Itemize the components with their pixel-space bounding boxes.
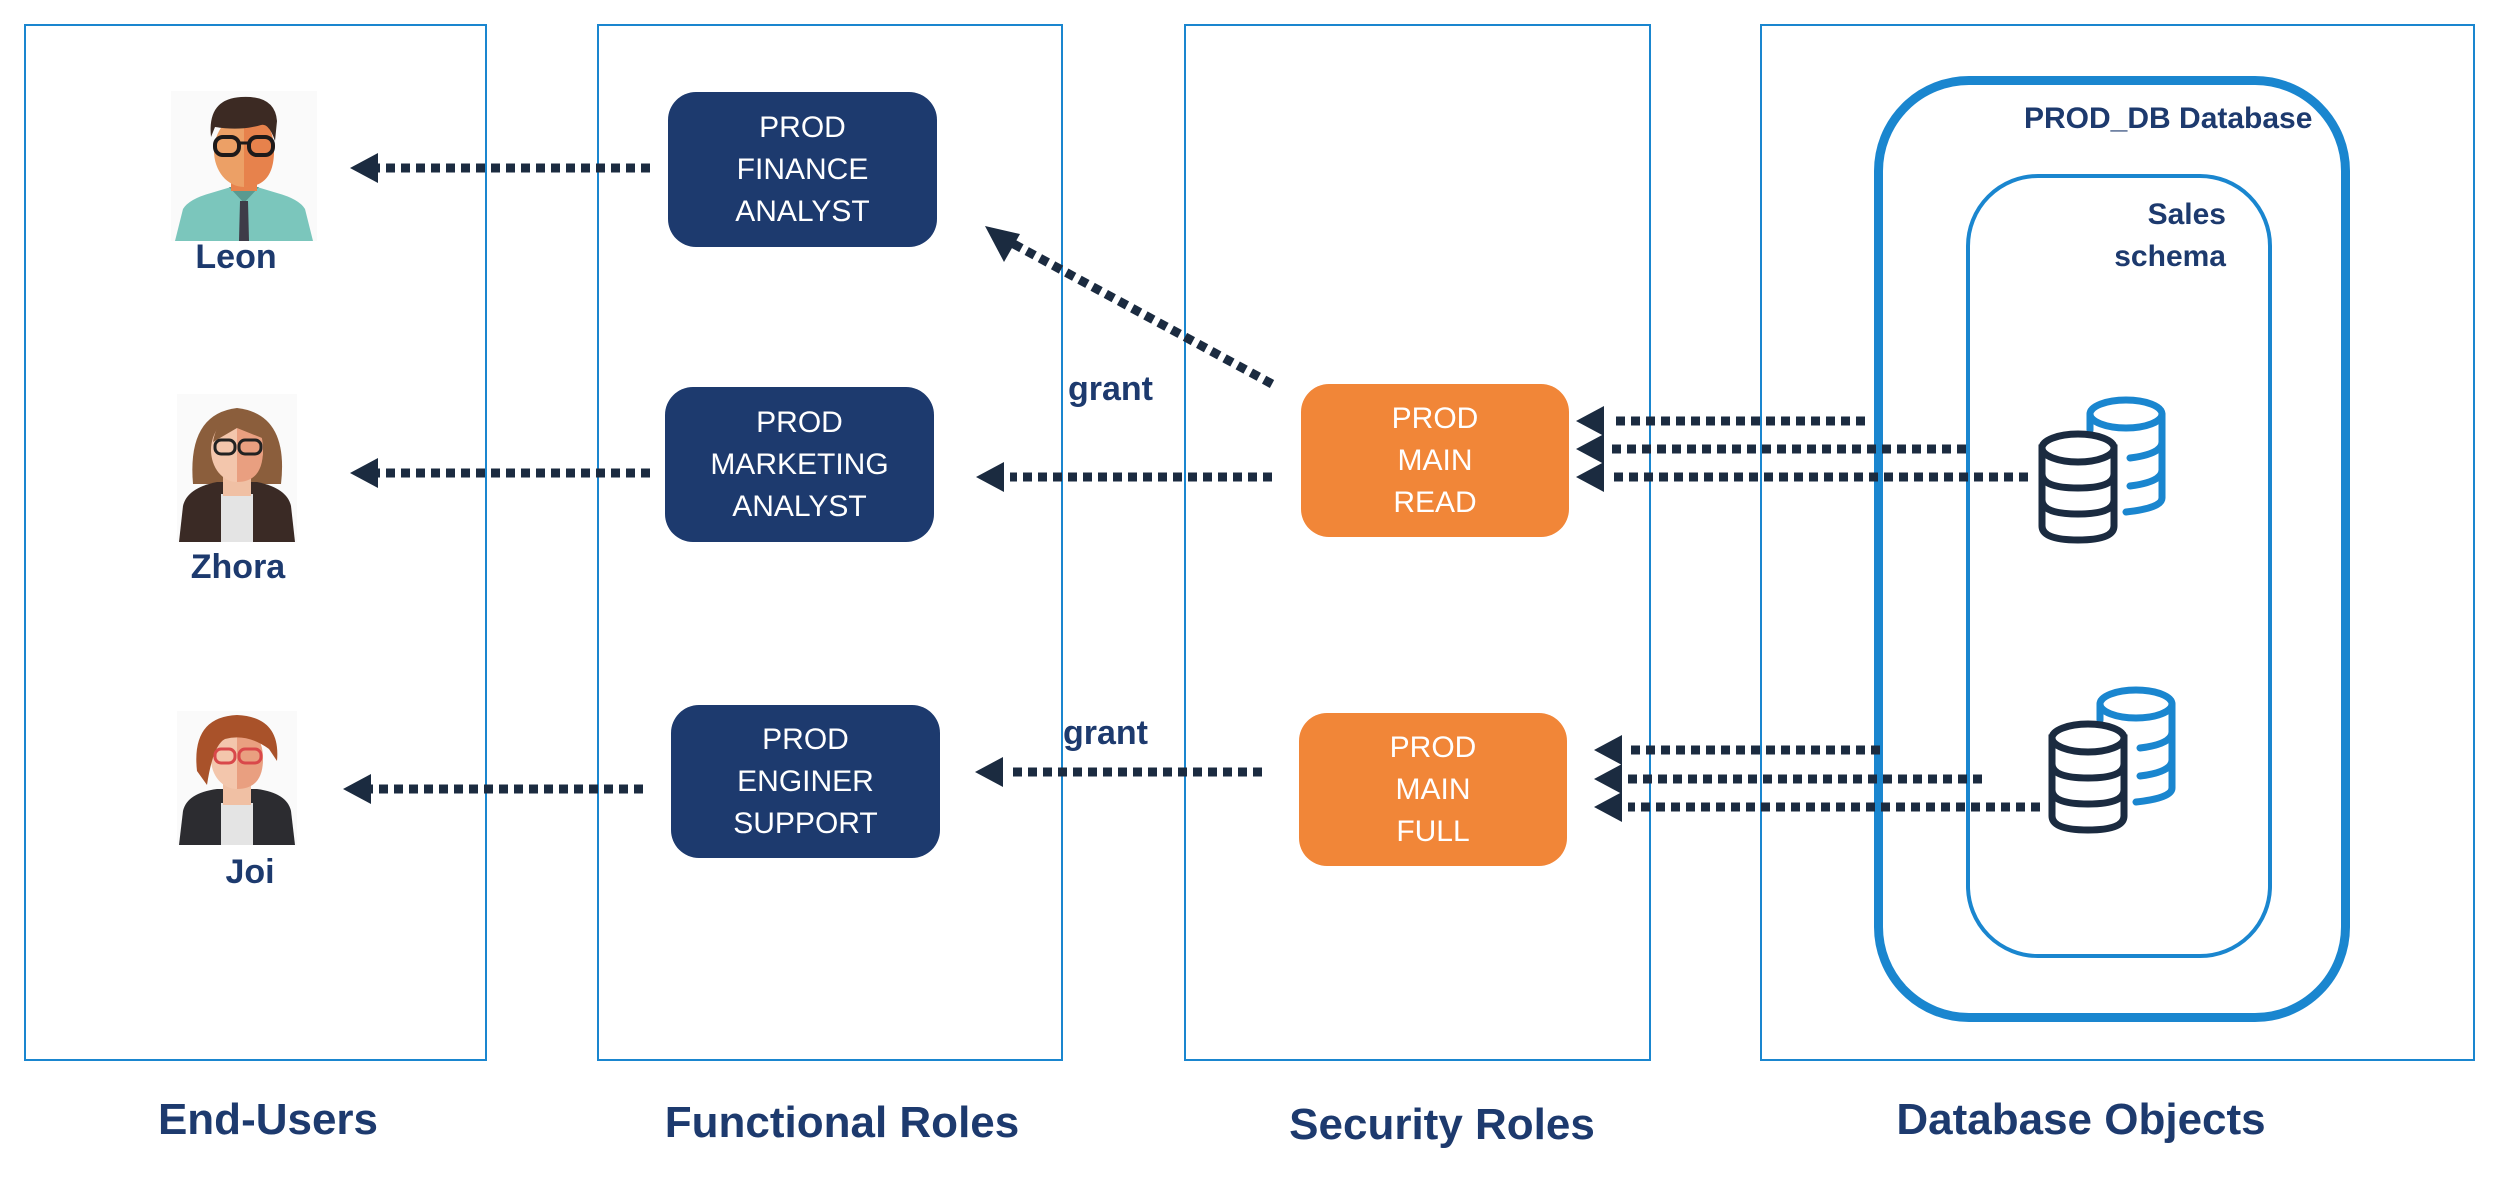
role-line: MAIN [1395, 772, 1471, 806]
functional-role-marketing-analyst[interactable]: PROD MARKETING ANALYST [665, 387, 934, 542]
database-title: PROD_DB Database [2024, 102, 2313, 135]
functional-role-enginer-support[interactable]: PROD ENGINER SUPPORT [671, 705, 940, 858]
database-stack-icon[interactable] [2046, 682, 2176, 834]
schema-title-line: Sales [2147, 198, 2226, 231]
role-line: PROD [756, 405, 843, 439]
functional-role-finance-analyst[interactable]: PROD FINANCE ANALYST [668, 92, 937, 247]
role-line: PROD [1389, 730, 1477, 764]
user-name-zhora: Zhora [190, 548, 286, 586]
role-line: READ [1393, 485, 1477, 519]
schema-title: Sales schema [2090, 194, 2226, 278]
column-label-database-objects: Database Objects [1896, 1095, 2266, 1144]
role-line: FINANCE [736, 152, 869, 186]
column-label-end-users: End-Users [157, 1095, 379, 1144]
role-line: PROD [759, 110, 846, 144]
man-with-glasses-avatar [171, 91, 317, 241]
column-label-functional-roles: Functional Roles [664, 1098, 1020, 1147]
database-stack-icon[interactable] [2036, 392, 2166, 544]
role-line: PROD [1391, 401, 1479, 435]
column-label-security-roles: Security Roles [1289, 1100, 1595, 1149]
role-line: PROD [762, 722, 849, 756]
security-role-main-read[interactable]: PROD MAIN READ [1301, 384, 1569, 537]
grant-label: grant [1068, 370, 1153, 408]
role-line: MARKETING [710, 447, 889, 481]
user-name-joi: Joi [225, 853, 275, 891]
woman-long-hair-glasses-avatar [177, 394, 297, 542]
role-line: MAIN [1397, 443, 1473, 477]
schema-container [1966, 174, 2272, 958]
role-line: FULL [1396, 814, 1470, 848]
schema-title-line: schema [2114, 240, 2226, 273]
grant-label: grant [1063, 714, 1148, 752]
user-name-leon: Leon [195, 238, 277, 276]
column-security-roles [1184, 24, 1651, 1061]
security-role-main-full[interactable]: PROD MAIN FULL [1299, 713, 1567, 866]
role-line: ENGINER [737, 764, 874, 798]
role-line: ANALYST [735, 194, 870, 228]
role-line: ANALYST [732, 489, 867, 523]
woman-short-red-hair-glasses-avatar [177, 711, 297, 845]
role-line: SUPPORT [733, 806, 878, 840]
